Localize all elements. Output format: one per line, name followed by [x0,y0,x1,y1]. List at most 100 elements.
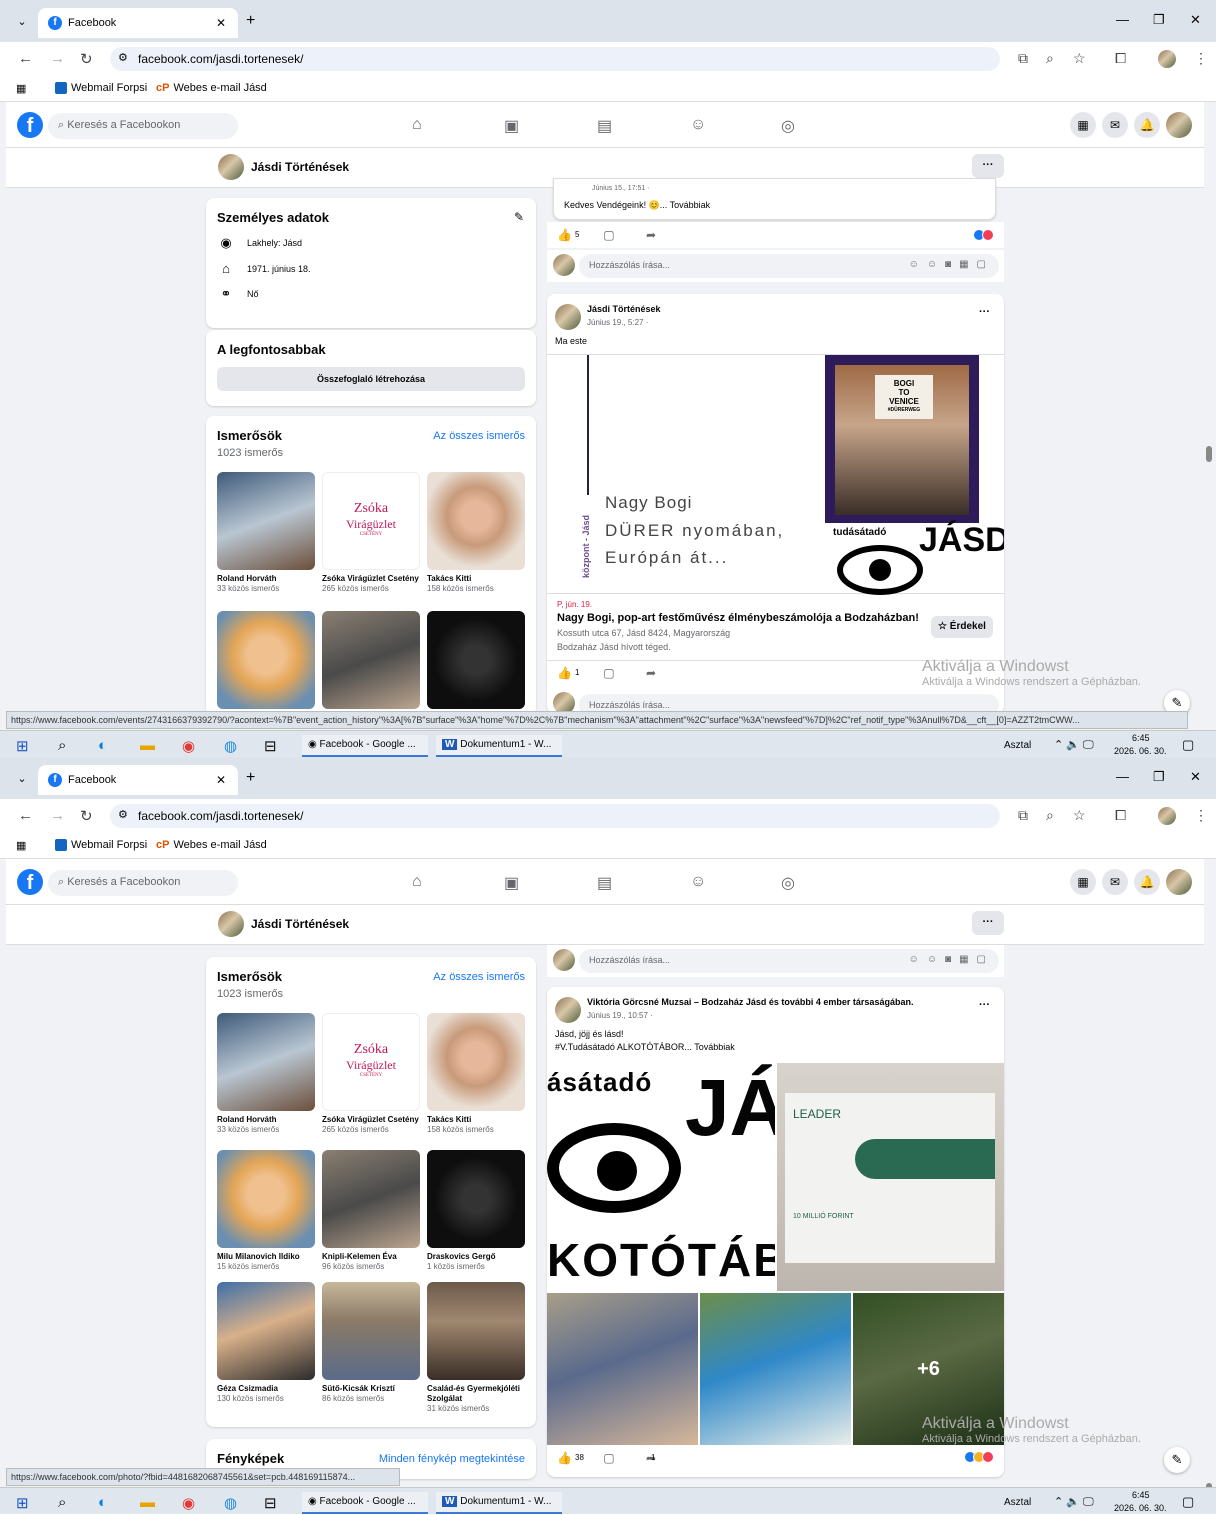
chrome-icon[interactable]: ◉ [182,1494,195,1512]
post-photo-3[interactable] [547,1293,698,1445]
gaming-icon[interactable]: ◎ [781,873,795,893]
menu-grid-icon[interactable]: ▦ [1070,112,1096,138]
post-photo-4[interactable] [700,1293,851,1445]
url-field[interactable]: ⚙ facebook.com/jasdi.tortenesek/ [110,804,1000,828]
post-time[interactable]: Június 19., 5:27 · [587,318,648,327]
facebook-logo-icon[interactable]: f [17,869,43,895]
post-photo-2[interactable]: LEADER 10 MILLIÓ FORINT [777,1063,1004,1291]
site-settings-icon[interactable]: ⚙ [118,808,128,821]
clock-date[interactable]: 2026. 06. 30. [1114,1503,1167,1513]
menu-icon[interactable]: ⋮ [1194,50,1208,67]
new-message-icon[interactable]: ✎ [1164,1447,1190,1473]
edge-icon[interactable]: ◐ [98,737,107,754]
scrollbar-thumb[interactable] [1206,446,1212,462]
friend-card[interactable]: Takács Kitti 158 közös ismerős [427,472,525,594]
facebook-logo-icon[interactable]: f [17,112,43,138]
search-icon[interactable]: ⌕ [58,737,66,754]
zoom-icon[interactable]: ⌕ [1046,807,1054,824]
post-time[interactable]: Június 19., 10:57 · [587,1011,653,1020]
facebook-search-input[interactable]: ⌕ Keresés a Facebookon [48,113,238,139]
search-icon[interactable]: ⌕ [58,1494,66,1511]
apps-grid-icon[interactable]: ▦ [16,839,26,852]
like-comment-share-icons[interactable]: 👍 ▢ ➦ [557,228,670,242]
zoom-icon[interactable]: ⌕ [1046,50,1054,67]
post-author-avatar[interactable] [555,304,581,330]
comment-tools-icons[interactable]: ☺☺◙▦▢ [909,259,994,270]
extensions-icon[interactable]: ⧠ [1115,807,1126,824]
all-friends-link[interactable]: Az összes ismerős [433,971,525,983]
install-icon[interactable]: ⧉ [1018,807,1028,824]
messenger-icon[interactable]: ✉ [1102,112,1128,138]
new-tab-icon[interactable]: + [246,769,255,787]
friend-card[interactable]: Takács Kitti 158 közös ismerős [427,1013,525,1135]
notifications-icon[interactable]: 🔔 [1134,869,1160,895]
install-icon[interactable]: ⧉ [1018,50,1028,67]
friend-card[interactable]: Család-és Gyermekjóléti Szolgálat 31 közö… [427,1282,525,1414]
tray-icons[interactable]: ⌃ 🔈 🖵 [1054,738,1094,752]
tab-search-icon[interactable]: ⌄ [12,12,32,32]
close-window-icon[interactable]: ✕ [1190,769,1201,785]
star-icon[interactable]: ☆ [1073,807,1086,824]
bookmark-webes-email[interactable]: cP Webes e-mail Jásd [156,839,267,851]
windows-start-icon[interactable]: ⊞ [16,737,29,755]
clock-time[interactable]: 6:45 [1132,733,1150,743]
file-explorer-icon[interactable]: ▬ [140,1494,155,1511]
restore-icon[interactable]: ❐ [1153,769,1165,785]
app-icon[interactable]: ⊟ [264,737,277,755]
home-icon[interactable]: ⌂ [412,873,422,891]
tray-icons[interactable]: ⌃ 🔈 🖵 [1054,1495,1094,1509]
groups-icon[interactable]: ☺ [690,873,706,891]
marketplace-icon[interactable]: ▤ [597,873,612,893]
account-avatar[interactable] [1166,112,1192,138]
extensions-icon[interactable]: ⧠ [1115,50,1126,67]
app-icon[interactable]: ◍ [224,1494,237,1512]
restore-icon[interactable]: ❐ [1153,12,1165,28]
forward-icon[interactable]: → [50,50,65,67]
friend-card[interactable]: Roland Horváth 33 közös ismerős [217,1013,315,1135]
desktop-label[interactable]: Asztal [1004,740,1031,751]
post-author-avatar[interactable] [555,997,581,1023]
minimize-icon[interactable]: — [1116,769,1129,784]
friend-card[interactable]: Géza Csizmadia 130 közös ismerős [217,1282,315,1404]
file-explorer-icon[interactable]: ▬ [140,737,155,754]
video-icon[interactable]: ▣ [504,873,519,893]
interested-button[interactable]: ☆ Érdekel [931,616,993,638]
profile-avatar[interactable] [1158,50,1176,68]
post-author-line[interactable]: Viktória Görcsné Muzsai – Bodzaház Jásd … [587,997,967,1007]
friend-card[interactable]: Roland Horváth 33 közös ismerős [217,472,315,594]
windows-start-icon[interactable]: ⊞ [16,1494,29,1512]
apps-grid-icon[interactable]: ▦ [16,82,26,95]
friend-card[interactable]: Knipli-Kelemen Éva 96 közös ismerős [322,1150,420,1272]
post-more-icon[interactable]: ··· [979,306,990,318]
app-icon[interactable]: ◍ [224,737,237,755]
gaming-icon[interactable]: ◎ [781,116,795,136]
back-icon[interactable]: ← [18,807,33,824]
profile-avatar[interactable] [1158,807,1176,825]
minimize-icon[interactable]: — [1116,12,1129,27]
post-more-icon[interactable]: ··· [979,999,990,1011]
post-author[interactable]: Jásdi Történések [587,304,661,314]
friend-card[interactable] [217,611,315,709]
tab-facebook[interactable]: f Facebook ✕ [38,765,238,795]
post-hashtag-text[interactable]: #V.Tudásátadó ALKOTÓTÁBOR... Továbbiak [555,1042,735,1052]
star-icon[interactable]: ☆ [1073,50,1086,67]
close-tab-icon[interactable]: ✕ [216,773,226,787]
bookmark-webmail-forpsi[interactable]: Webmail Forpsi [55,839,147,852]
taskbar-chrome-window[interactable]: ◉ Facebook - Google ... [302,735,428,757]
friend-card[interactable]: Zsóka Virágüzlet CSETÉNY Zsóka Virágüzlet C… [322,472,420,594]
like-comment-share-icons[interactable]: 👍 ▢ ➦ [557,666,670,680]
home-icon[interactable]: ⌂ [412,116,422,134]
site-settings-icon[interactable]: ⚙ [118,51,128,64]
close-window-icon[interactable]: ✕ [1190,12,1201,28]
app-icon[interactable]: ⊟ [264,1494,277,1512]
account-avatar[interactable] [1166,869,1192,895]
edit-pencil-icon[interactable]: ✎ [514,210,524,224]
notification-icon[interactable]: ▢ [1182,737,1194,753]
edge-icon[interactable]: ◐ [98,1494,107,1511]
post-photo-1[interactable]: ásátadó JÁS KOTÓTÁB [547,1063,775,1291]
page-name[interactable]: Jásdi Történések [251,917,349,931]
page-avatar[interactable] [218,911,244,937]
more-options-button[interactable]: ··· [972,154,1004,178]
close-tab-icon[interactable]: ✕ [216,16,226,30]
friend-card[interactable]: Zsóka Virágüzlet CSETÉNY Zsóka Virágüzlet C… [322,1013,420,1135]
